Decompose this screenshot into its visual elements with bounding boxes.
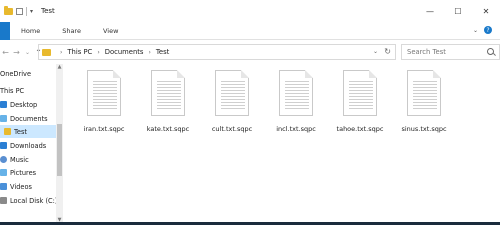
navigation-pane: OneDrive This PC Desktop Documents Test … [0,64,63,225]
sidebar-scrollbar[interactable]: ▲ ▼ [56,64,63,225]
desktop-icon [0,101,7,108]
sidebar-item-local-disk[interactable]: Local Disk (C:) [0,194,58,207]
text-file-icon [279,70,313,116]
sidebar-item-label: Documents [10,114,48,123]
address-bar[interactable]: › This PC › Documents › Test ⌄ ↻ [38,44,396,60]
search-placeholder: Search Test [407,48,446,56]
file-name: cult.txt.sqpc [211,125,253,133]
folder-icon [4,128,11,135]
sidebar-item-onedrive[interactable]: OneDrive [0,67,56,80]
sidebar-item-label: Downloads [10,141,47,150]
sidebar-item-this-pc[interactable]: This PC [0,84,56,97]
scrollbar-thumb[interactable] [57,124,62,176]
breadcrumb-test[interactable]: Test [156,48,169,56]
pictures-icon [0,169,7,176]
sidebar-item-test[interactable]: Test [0,125,56,138]
file-name: iran.txt.sqpc [83,125,125,133]
recent-locations-icon[interactable]: ⌄ [22,49,33,56]
file-name: incl.txt.sqpc [276,125,316,133]
sidebar-item-label: Local Disk (C:) [10,196,58,205]
disk-icon [0,197,7,204]
text-file-icon [343,70,377,116]
properties-icon[interactable] [16,7,23,15]
window-controls: — ☐ ✕ [416,0,500,22]
tab-view[interactable]: View [92,27,129,35]
navigation-bar: ← → ⌄ ↑ › This PC › Documents › Test ⌄ ↻… [0,40,500,64]
sidebar-item-music[interactable]: Music [0,153,56,166]
sidebar-item-label: Music [10,155,29,164]
file-name: tahoe.txt.sqpc [336,125,384,133]
file-item[interactable]: incl.txt.sqpc [262,68,318,138]
sidebar-item-label: Test [14,127,27,136]
file-item[interactable]: cult.txt.sqpc [198,68,254,138]
folder-icon [42,48,51,56]
ribbon-tabs: Home Share View ⌄ ? [0,21,500,40]
text-file-icon [151,70,185,116]
path-dropdown-icon[interactable]: ⌄ [373,48,378,55]
toolbar-divider [26,6,27,16]
file-item[interactable]: sinus.txt.sqpc [390,68,447,138]
chevron-right-icon[interactable]: › [148,49,150,56]
help-icon[interactable]: ? [484,26,492,34]
file-item[interactable]: kate.txt.sqpc [134,68,190,138]
text-file-icon [407,70,441,116]
sidebar-item-label: This PC [0,86,25,95]
sidebar-item-desktop[interactable]: Desktop [0,98,56,111]
title-bar: ▾ Test — ☐ ✕ [0,0,500,22]
text-file-icon [215,70,249,116]
file-item[interactable]: tahoe.txt.sqpc [326,68,383,138]
folder-icon[interactable] [4,5,13,15]
sidebar-item-label: Videos [10,182,32,191]
downloads-icon [0,142,7,149]
text-file-icon [87,70,121,116]
documents-icon [0,115,7,122]
tab-share[interactable]: Share [51,27,92,35]
maximize-button[interactable]: ☐ [444,0,472,22]
search-input[interactable]: Search Test [401,44,500,60]
file-item[interactable]: iran.txt.sqpc [70,68,126,138]
file-list: iran.txt.sqpc kate.txt.sqpc cult.txt.sqp… [64,64,500,225]
file-tab[interactable] [0,21,10,40]
tab-home[interactable]: Home [10,27,51,35]
file-name: sinus.txt.sqpc [401,125,447,133]
refresh-icon[interactable]: ↻ [384,47,391,56]
sidebar-item-downloads[interactable]: Downloads [0,139,56,152]
sidebar-item-label: Desktop [10,100,38,109]
window-title: Test [41,7,55,15]
expand-ribbon-icon[interactable]: ⌄ [473,27,478,34]
search-icon [487,48,494,55]
scroll-up-icon[interactable]: ▲ [56,64,63,72]
taskbar [0,222,500,225]
sidebar-item-pictures[interactable]: Pictures [0,166,56,179]
videos-icon [0,183,7,190]
quick-access-toolbar: ▾ [0,5,33,16]
chevron-right-icon: › [60,48,63,56]
minimize-button[interactable]: — [416,0,444,22]
sidebar-item-label: Pictures [10,168,37,177]
sidebar-item-documents[interactable]: Documents [0,112,56,125]
file-name: kate.txt.sqpc [146,125,190,133]
breadcrumb-documents[interactable]: Documents [105,48,144,56]
forward-button[interactable]: → [11,48,22,57]
breadcrumb-this-pc[interactable]: This PC [67,48,92,56]
close-button[interactable]: ✕ [472,0,500,22]
sidebar-item-videos[interactable]: Videos [0,180,56,193]
sidebar-item-label: OneDrive [0,69,32,78]
chevron-right-icon[interactable]: › [97,49,99,56]
customize-toolbar-icon[interactable]: ▾ [30,8,33,15]
back-button[interactable]: ← [0,48,11,57]
music-icon [0,156,7,163]
